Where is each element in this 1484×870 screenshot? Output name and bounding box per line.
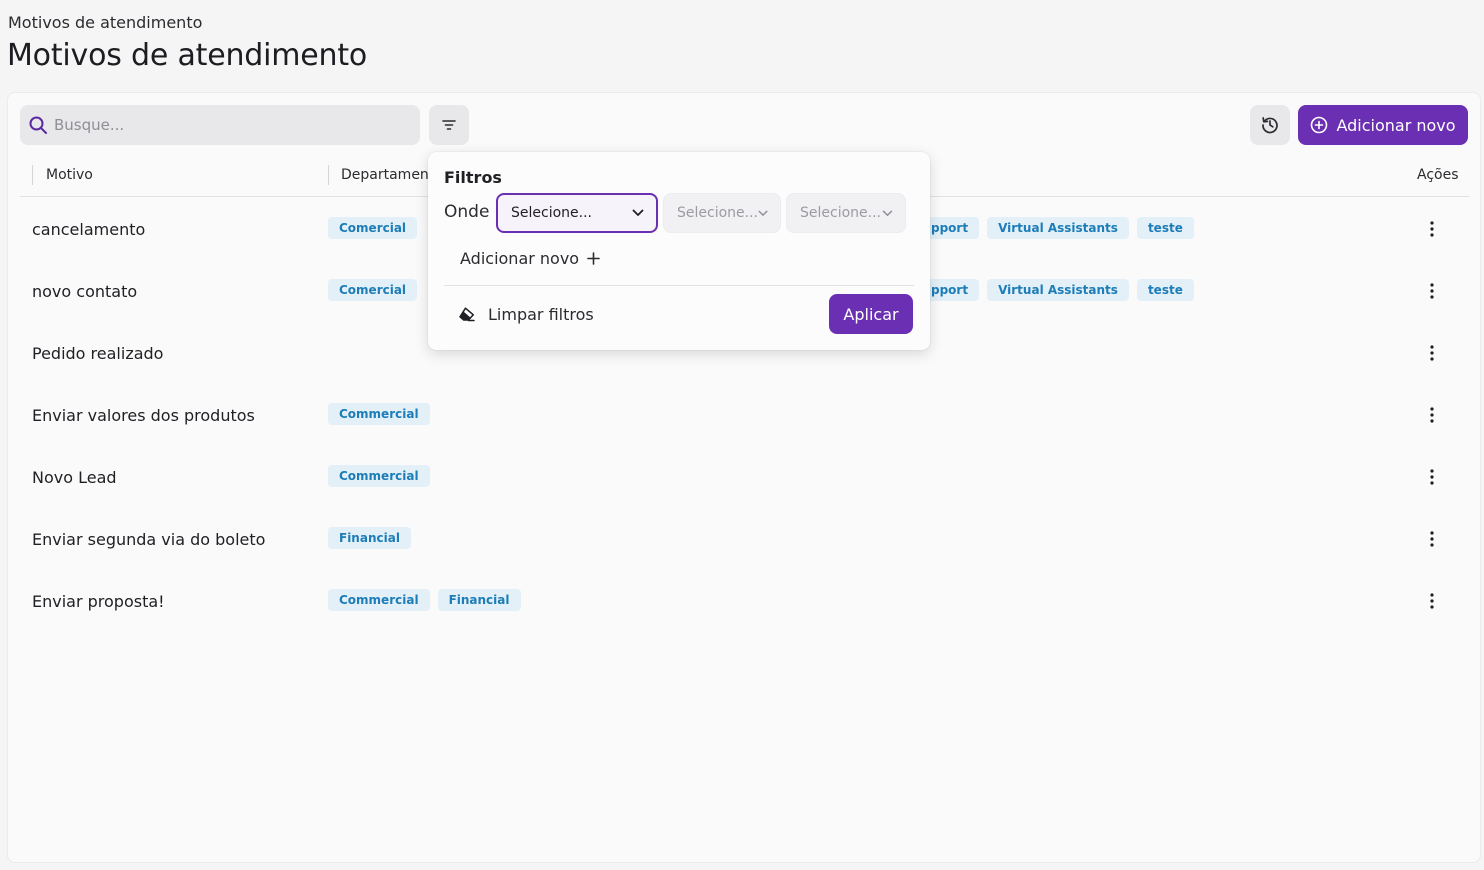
department-tag: Virtual Assistants xyxy=(987,217,1129,239)
column-separator xyxy=(328,165,329,185)
filter-operator-select-value: Selecione... xyxy=(677,205,758,221)
department-tag: pport xyxy=(928,279,980,301)
column-header-departamento[interactable]: Departament xyxy=(341,153,434,197)
department-tag: teste xyxy=(1136,217,1194,239)
row-actions-button[interactable] xyxy=(1420,341,1444,365)
filter-value-select[interactable]: Selecione... xyxy=(786,193,906,233)
department-tag: teste xyxy=(1136,279,1194,301)
row-motivo: Enviar valores dos produtos xyxy=(32,405,255,425)
search-input[interactable] xyxy=(54,116,394,134)
row-actions-button[interactable] xyxy=(1420,403,1444,427)
filter-field-select-value: Selecione... xyxy=(511,205,592,221)
add-new-button[interactable]: Adicionar novo xyxy=(1298,105,1468,145)
department-tag: Comercial xyxy=(328,217,418,239)
department-tag: Commercial xyxy=(328,403,430,425)
column-header-acoes: Ações xyxy=(1417,167,1459,183)
kebab-menu-icon xyxy=(1430,283,1434,299)
page-title: Motivos de atendimento xyxy=(7,38,368,73)
row-motivo: Novo Lead xyxy=(32,467,117,487)
row-actions-button[interactable] xyxy=(1420,527,1444,551)
kebab-menu-icon xyxy=(1430,221,1434,237)
kebab-menu-icon xyxy=(1430,531,1434,547)
filter-icon xyxy=(442,120,456,130)
row-motivo: novo contato xyxy=(32,281,138,301)
row-department-tags: Financial xyxy=(328,527,411,551)
clear-filters-label: Limpar filtros xyxy=(488,304,594,324)
column-header-motivo[interactable]: Motivo xyxy=(46,153,93,197)
filter-field-select[interactable]: Selecione... xyxy=(496,193,658,233)
filter-operator-select[interactable]: Selecione... xyxy=(663,193,781,233)
filter-value-select-value: Selecione... xyxy=(800,205,881,221)
department-tag: Financial xyxy=(437,589,521,611)
search-box[interactable] xyxy=(20,105,420,145)
kebab-menu-icon xyxy=(1430,469,1434,485)
filter-add-new-label: Adicionar novo xyxy=(460,248,580,268)
department-tag: Comercial xyxy=(328,279,418,301)
department-tag: Virtual Assistants xyxy=(987,279,1129,301)
table-row[interactable]: Enviar valores dos produtos Commercial xyxy=(20,384,1470,446)
row-actions-button[interactable] xyxy=(1420,589,1444,613)
filter-button[interactable] xyxy=(429,105,469,145)
filter-where-label: Onde xyxy=(444,202,490,222)
kebab-menu-icon xyxy=(1430,407,1434,423)
kebab-menu-icon xyxy=(1430,345,1434,361)
plus-icon xyxy=(587,251,600,265)
filter-add-new-button[interactable]: Adicionar novo xyxy=(460,246,600,270)
clear-filters-button[interactable]: Limpar filtros xyxy=(458,302,594,326)
plus-circle-icon xyxy=(1311,116,1328,134)
chevron-down-icon xyxy=(632,209,644,216)
kebab-menu-icon xyxy=(1430,593,1434,609)
row-department-tags: Comercial xyxy=(328,279,418,303)
row-department-tags: Comercial xyxy=(328,217,418,241)
column-separator xyxy=(32,165,33,185)
row-department-tags: Commercial xyxy=(328,403,430,427)
department-tag: Financial xyxy=(328,527,411,549)
department-tag: pport xyxy=(928,217,980,239)
row-motivo: Enviar segunda via do boleto xyxy=(32,529,266,549)
filter-popover-title: Filtros xyxy=(444,168,502,187)
department-tag: Commercial xyxy=(328,589,430,611)
breadcrumb: Motivos de atendimento xyxy=(8,13,203,32)
chevron-down-icon xyxy=(758,210,768,216)
eraser-icon xyxy=(459,307,475,322)
row-actions-button[interactable] xyxy=(1420,279,1444,303)
history-icon xyxy=(1262,117,1278,134)
table-row[interactable]: Novo Lead Commercial xyxy=(20,446,1470,508)
row-department-tags: Commercial Financial xyxy=(328,589,521,613)
row-motivo: Enviar proposta! xyxy=(32,591,165,611)
row-actions-button[interactable] xyxy=(1420,217,1444,241)
table-row[interactable]: Enviar proposta! Commercial Financial xyxy=(20,570,1470,632)
filter-divider xyxy=(444,285,914,286)
row-department-tags-overflow: pport Virtual Assistants teste xyxy=(928,279,1194,303)
row-motivo: cancelamento xyxy=(32,219,146,239)
search-icon xyxy=(29,116,47,134)
row-actions-button[interactable] xyxy=(1420,465,1444,489)
department-tag: Commercial xyxy=(328,465,430,487)
row-department-tags-overflow: pport Virtual Assistants teste xyxy=(928,217,1194,241)
chevron-down-icon xyxy=(882,210,893,216)
apply-filters-button[interactable]: Aplicar xyxy=(829,294,913,334)
row-department-tags: Commercial xyxy=(328,465,430,489)
history-button[interactable] xyxy=(1250,105,1290,145)
row-motivo: Pedido realizado xyxy=(32,343,164,363)
filter-popover: Filtros Onde Selecione... Selecione... S… xyxy=(428,152,930,350)
table-row[interactable]: Enviar segunda via do boleto Financial xyxy=(20,508,1470,570)
add-new-label: Adicionar novo xyxy=(1336,115,1456,135)
